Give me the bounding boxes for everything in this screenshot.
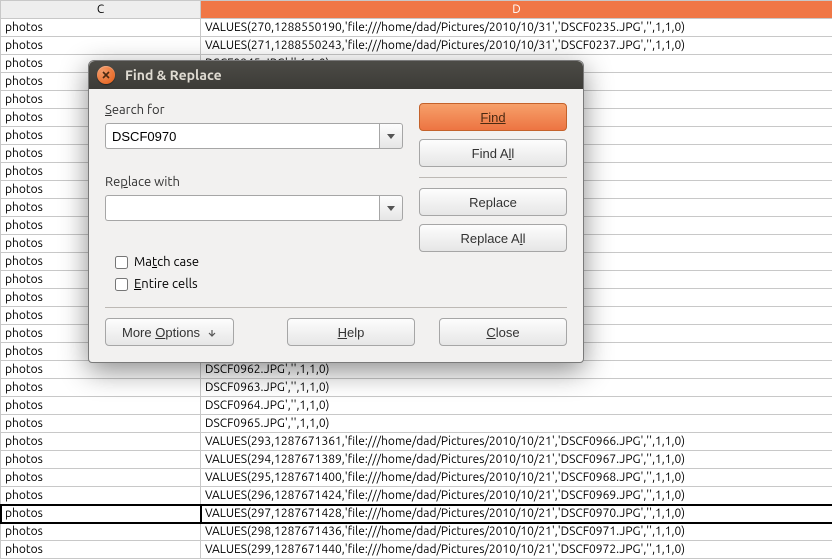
entire-cells-label: Entire cells	[134, 277, 198, 291]
table-row: photosVALUES(295,1287671400,'file:///hom…	[1, 469, 832, 487]
cell[interactable]: VALUES(270,1288550190,'file:///home/dad/…	[201, 19, 832, 37]
replace-button[interactable]: Replace	[419, 188, 567, 216]
replace-with-label: Replace with	[105, 175, 403, 189]
find-all-button[interactable]: Find All	[419, 139, 567, 167]
close-button[interactable]: Close	[439, 318, 567, 346]
cell[interactable]: photos	[1, 19, 201, 37]
match-case-label: Match case	[134, 255, 199, 269]
dialog-titlebar[interactable]: Find & Replace	[89, 61, 583, 89]
cell[interactable]: photos	[1, 505, 201, 523]
cell[interactable]: VALUES(293,1287671361,'file:///home/dad/…	[201, 433, 832, 451]
cell[interactable]: VALUES(296,1287671424,'file:///home/dad/…	[201, 487, 832, 505]
search-dropdown-button[interactable]	[379, 123, 403, 149]
replace-all-button[interactable]: Replace All	[419, 224, 567, 252]
column-header-C[interactable]: C	[1, 1, 201, 19]
cell[interactable]: photos	[1, 451, 201, 469]
chevron-down-icon	[207, 328, 217, 338]
replace-dropdown-button[interactable]	[379, 195, 403, 221]
table-row: photosVALUES(293,1287671361,'file:///hom…	[1, 433, 832, 451]
find-button[interactable]: Find	[419, 103, 567, 131]
cell[interactable]: photos	[1, 487, 201, 505]
table-row: photosDSCF0964.JPG','',1,1,0)	[1, 397, 832, 415]
match-case-checkbox[interactable]	[115, 256, 128, 269]
search-input[interactable]	[105, 123, 379, 149]
more-options-button[interactable]: More Options	[105, 318, 234, 346]
cell[interactable]: DSCF0964.JPG','',1,1,0)	[201, 397, 832, 415]
entire-cells-checkbox[interactable]	[115, 278, 128, 291]
replace-with-combo	[105, 195, 403, 221]
cell[interactable]: DSCF0963.JPG','',1,1,0)	[201, 379, 832, 397]
cell[interactable]: VALUES(294,1287671389,'file:///home/dad/…	[201, 451, 832, 469]
cell[interactable]: VALUES(271,1288550243,'file:///home/dad/…	[201, 37, 832, 55]
cell[interactable]: DSCF0962.JPG','',1,1,0)	[201, 361, 832, 379]
cell[interactable]: VALUES(297,1287671428,'file:///home/dad/…	[201, 505, 832, 523]
search-for-label: Search for	[105, 103, 403, 117]
table-row: photosDSCF0965.JPG','',1,1,0)	[1, 415, 832, 433]
replace-input[interactable]	[105, 195, 379, 221]
table-row: photosVALUES(299,1287671440,'file:///hom…	[1, 541, 832, 559]
cell[interactable]: photos	[1, 469, 201, 487]
cell[interactable]: VALUES(298,1287671436,'file:///home/dad/…	[201, 523, 832, 541]
cell[interactable]: photos	[1, 541, 201, 559]
help-button[interactable]: Help	[287, 318, 415, 346]
table-row: photosVALUES(294,1287671389,'file:///hom…	[1, 451, 832, 469]
cell[interactable]: photos	[1, 379, 201, 397]
cell[interactable]: VALUES(295,1287671400,'file:///home/dad/…	[201, 469, 832, 487]
cell[interactable]: VALUES(299,1287671440,'file:///home/dad/…	[201, 541, 832, 559]
cell[interactable]: photos	[1, 523, 201, 541]
cell[interactable]: photos	[1, 37, 201, 55]
table-row: photosVALUES(298,1287671436,'file:///hom…	[1, 523, 832, 541]
table-row: photosVALUES(271,1288550243,'file:///hom…	[1, 37, 832, 55]
table-row: photosDSCF0962.JPG','',1,1,0)	[1, 361, 832, 379]
find-replace-dialog: Find & Replace Search for Replace with	[88, 60, 584, 363]
cell[interactable]: photos	[1, 361, 201, 379]
table-row: photosDSCF0963.JPG','',1,1,0)	[1, 379, 832, 397]
cell[interactable]: DSCF0965.JPG','',1,1,0)	[201, 415, 832, 433]
table-row: photosVALUES(270,1288550190,'file:///hom…	[1, 19, 832, 37]
search-for-combo	[105, 123, 403, 149]
cell[interactable]: photos	[1, 397, 201, 415]
cell[interactable]: photos	[1, 433, 201, 451]
column-header-D[interactable]: D	[201, 1, 832, 19]
dialog-title: Find & Replace	[125, 67, 222, 83]
cell[interactable]: photos	[1, 415, 201, 433]
table-row: photosVALUES(296,1287671424,'file:///hom…	[1, 487, 832, 505]
close-icon[interactable]	[97, 66, 115, 84]
divider	[419, 177, 567, 178]
table-row: photosVALUES(297,1287671428,'file:///hom…	[1, 505, 832, 523]
